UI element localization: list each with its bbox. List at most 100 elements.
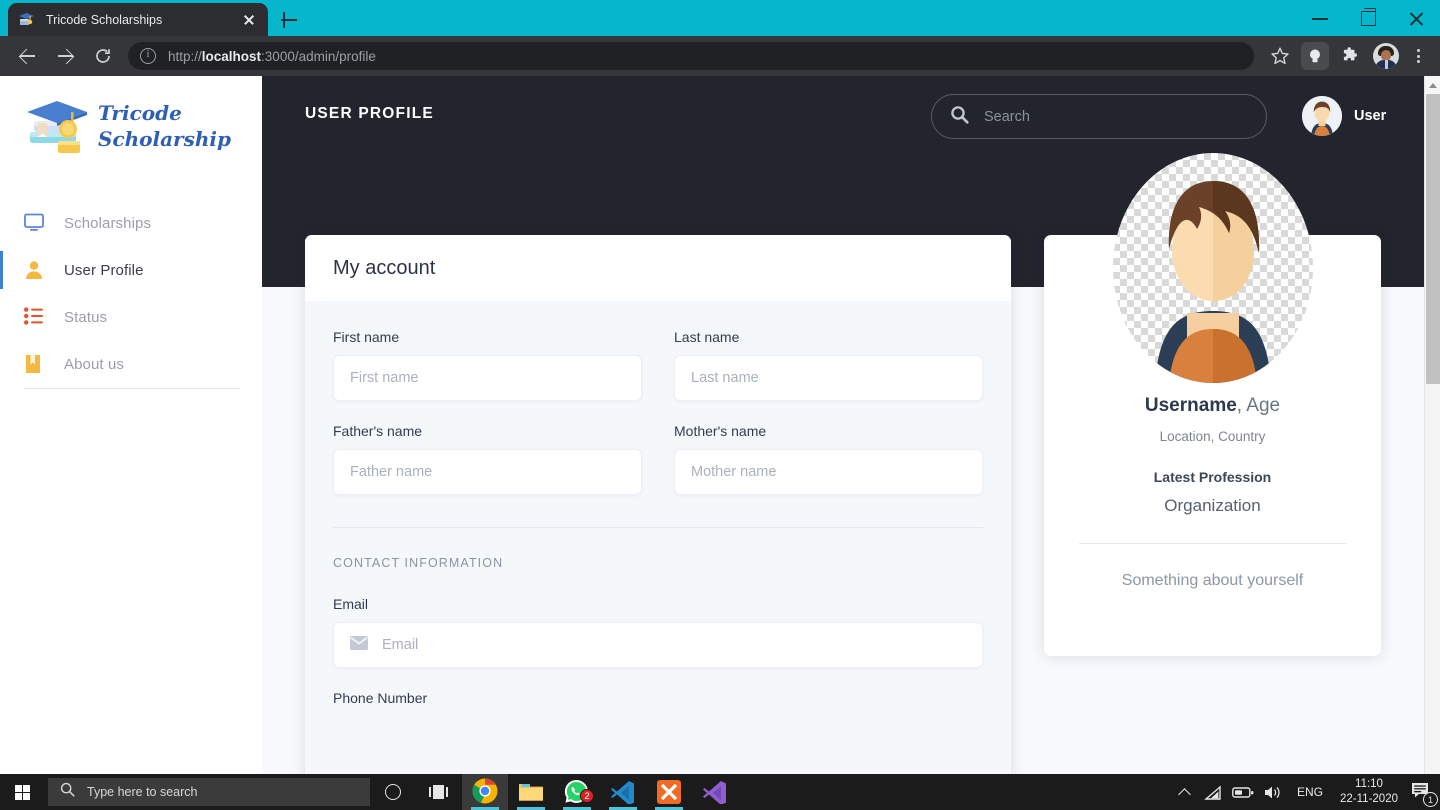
show-hidden-icons-chevron[interactable] bbox=[1172, 774, 1198, 810]
window-close-button[interactable] bbox=[1392, 0, 1440, 36]
fathers-name-input[interactable]: Father name bbox=[333, 449, 642, 495]
restore-button[interactable] bbox=[1344, 0, 1392, 36]
battery-icon[interactable] bbox=[1228, 774, 1258, 810]
page-scrollbar[interactable] bbox=[1424, 76, 1440, 774]
address-bar[interactable]: http://localhost:3000/admin/profile bbox=[128, 42, 1254, 70]
star-icon[interactable] bbox=[1265, 41, 1295, 71]
clock[interactable]: 11:10 22-11-2020 bbox=[1332, 774, 1406, 810]
first-name-label: First name bbox=[333, 329, 400, 345]
windows-start-icon[interactable] bbox=[0, 774, 48, 810]
taskbar-app-xampp[interactable] bbox=[646, 774, 692, 810]
lightbulb-icon[interactable] bbox=[1301, 42, 1329, 70]
taskbar-app-chrome[interactable] bbox=[462, 774, 508, 810]
profile-name: Username, Age bbox=[1044, 395, 1381, 417]
section-divider bbox=[333, 527, 983, 528]
window-controls bbox=[1296, 0, 1440, 36]
mothers-name-input[interactable]: Mother name bbox=[674, 449, 983, 495]
profile-age: , Age bbox=[1236, 395, 1281, 416]
taskbar-app-whatsapp[interactable]: 2 bbox=[554, 774, 600, 810]
sidebar-item-about-us[interactable]: About us bbox=[0, 341, 262, 388]
system-tray: ENG 11:10 22-11-2020 1 bbox=[1172, 774, 1440, 810]
search-placeholder: Search bbox=[984, 108, 1030, 125]
puzzle-icon[interactable] bbox=[1335, 41, 1365, 71]
last-name-placeholder: Last name bbox=[691, 370, 759, 386]
taskbar-search-placeholder: Type here to search bbox=[87, 785, 198, 799]
notification-icon[interactable]: 1 bbox=[1406, 774, 1440, 810]
speaker-icon[interactable] bbox=[1258, 774, 1288, 810]
task-view-icon[interactable] bbox=[416, 774, 462, 810]
minimize-button[interactable] bbox=[1296, 0, 1344, 36]
logo-line-1: Tricode bbox=[98, 101, 182, 125]
email-field: Email Email bbox=[333, 596, 983, 668]
email-placeholder: Email bbox=[382, 637, 419, 653]
sidebar-item-user-profile[interactable]: User Profile bbox=[0, 247, 262, 294]
sidebar-divider bbox=[24, 388, 240, 389]
back-arrow-icon[interactable] bbox=[10, 39, 44, 73]
profile-divider bbox=[1078, 543, 1347, 544]
my-account-card: My account First name First name Last na… bbox=[305, 235, 1011, 774]
main-content: USER PROFILE Search User My account Firs… bbox=[262, 76, 1424, 774]
user-avatar bbox=[1302, 96, 1342, 136]
app-logo[interactable]: Tricode Scholarship bbox=[24, 92, 231, 164]
profile-organization: Organization bbox=[1164, 496, 1261, 515]
browser-window: Tricode Scholarships http://localhost:30… bbox=[0, 0, 1440, 810]
fathers-name-field: Father's name Father name bbox=[333, 423, 642, 495]
browser-tab[interactable]: Tricode Scholarships bbox=[8, 3, 268, 36]
header-user-label: User bbox=[1354, 108, 1387, 124]
profile-info: Username, Age Location, Country Latest P… bbox=[1044, 395, 1381, 590]
notification-count: 1 bbox=[1423, 792, 1438, 807]
last-name-input[interactable]: Last name bbox=[674, 355, 983, 401]
taskbar-app-vscode[interactable] bbox=[600, 774, 646, 810]
browser-profile-avatar[interactable] bbox=[1373, 43, 1399, 69]
taskbar-app-vscode-insiders[interactable] bbox=[692, 774, 738, 810]
profile-about: Something about yourself bbox=[1121, 572, 1304, 589]
fathers-name-placeholder: Father name bbox=[350, 464, 433, 480]
sidebar-item-label: About us bbox=[64, 356, 125, 373]
wifi-icon[interactable] bbox=[1198, 774, 1228, 810]
sidebar-item-label: Status bbox=[64, 309, 108, 326]
sidebar-item-scholarships[interactable]: Scholarships bbox=[0, 200, 262, 247]
sidebar-item-status[interactable]: Status bbox=[0, 294, 262, 341]
url-text: http://localhost:3000/admin/profile bbox=[168, 48, 376, 64]
first-name-input[interactable]: First name bbox=[333, 355, 642, 401]
sidebar: Tricode Scholarship Scholarships User Pr… bbox=[0, 76, 262, 774]
logo-line-2: Scholarship bbox=[98, 127, 231, 151]
first-name-placeholder: First name bbox=[350, 370, 419, 386]
sidebar-nav: Scholarships User Profile Status About u… bbox=[0, 200, 262, 388]
list-icon bbox=[24, 306, 48, 329]
profile-username: Username bbox=[1144, 395, 1237, 416]
site-info-icon[interactable] bbox=[140, 48, 156, 64]
cortana-icon[interactable] bbox=[370, 774, 416, 810]
last-name-label: Last name bbox=[674, 329, 740, 345]
logo-text: Tricode Scholarship bbox=[98, 100, 231, 152]
profile-profession-label: Latest Profession bbox=[1153, 469, 1272, 485]
taskbar-search-input[interactable]: Type here to search bbox=[48, 778, 370, 806]
tab-title: Tricode Scholarships bbox=[46, 12, 163, 27]
scrollbar-thumb[interactable] bbox=[1426, 94, 1440, 384]
clock-date: 22-11-2020 bbox=[1340, 793, 1398, 805]
person-icon bbox=[24, 260, 48, 282]
windows-taskbar: Type here to search 2 ENG 11:10 22-11-20… bbox=[0, 774, 1440, 810]
mothers-name-placeholder: Mother name bbox=[691, 464, 777, 480]
profile-location: Location, Country bbox=[1159, 429, 1266, 444]
tab-strip: Tricode Scholarships bbox=[0, 0, 1440, 36]
phone-field: Phone Number bbox=[333, 690, 983, 706]
book-icon bbox=[24, 354, 48, 376]
envelope-icon bbox=[350, 636, 368, 654]
email-label: Email bbox=[333, 596, 369, 612]
language-indicator[interactable]: ENG bbox=[1288, 774, 1332, 810]
profile-card: Username, Age Location, Country Latest P… bbox=[1044, 153, 1381, 656]
tab-close-icon[interactable] bbox=[240, 11, 258, 29]
profile-avatar bbox=[1112, 153, 1313, 383]
kebab-menu-icon[interactable] bbox=[1404, 41, 1432, 71]
new-tab-button[interactable] bbox=[276, 7, 302, 33]
scrollbar-up-arrow-icon[interactable] bbox=[1425, 76, 1440, 93]
reload-icon[interactable] bbox=[86, 39, 120, 73]
forward-arrow-icon[interactable] bbox=[48, 39, 82, 73]
card-body: First name First name Last name Last nam… bbox=[305, 301, 1011, 706]
monitor-icon bbox=[24, 213, 48, 235]
search-input[interactable]: Search bbox=[931, 94, 1267, 139]
email-input[interactable]: Email bbox=[333, 622, 983, 668]
taskbar-app-file-explorer[interactable] bbox=[508, 774, 554, 810]
header-user[interactable]: User bbox=[1302, 96, 1386, 136]
